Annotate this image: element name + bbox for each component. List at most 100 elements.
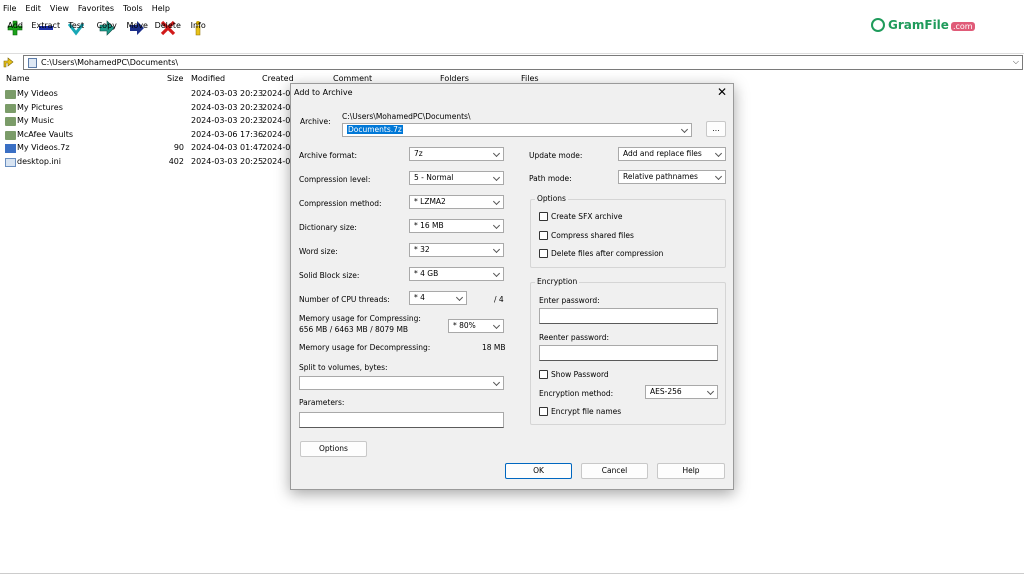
checkbox-box [539, 249, 548, 258]
path-mode-label: Path mode: [529, 174, 572, 183]
chevron-down-icon [492, 321, 501, 330]
dialog-title: Add to Archive [294, 88, 353, 97]
word-size-select[interactable]: * 32 [409, 243, 504, 257]
menu-help[interactable]: Help [152, 4, 170, 13]
chevron-down-icon [492, 245, 501, 254]
move-button[interactable]: Move [122, 17, 153, 50]
help-button[interactable]: Help [657, 463, 725, 479]
encryption-method-value: AES-256 [650, 387, 682, 396]
options-group: Options Create SFX archive Compress shar… [530, 194, 726, 268]
menu-view[interactable]: View [50, 4, 69, 13]
chevron-down-icon [455, 293, 464, 302]
compression-level-value: 5 - Normal [414, 173, 454, 182]
ok-button[interactable]: OK [505, 463, 572, 479]
word-size-label: Word size: [299, 247, 338, 256]
copy-button[interactable]: Copy [92, 17, 123, 50]
update-mode-select[interactable]: Add and replace files [618, 147, 726, 161]
compression-level-label: Compression level: [299, 175, 371, 184]
delete-label: Delete [154, 21, 181, 30]
add-to-archive-dialog: Add to Archive ✕ Archive: C:\Users\Moham… [290, 83, 734, 490]
extract-button[interactable]: Extract [31, 17, 62, 50]
enter-password-input[interactable] [539, 308, 718, 324]
path-dropdown-icon[interactable]: ⌵ [1013, 57, 1019, 67]
mem-decompress-label: Memory usage for Decompressing: [299, 343, 431, 352]
update-mode-label: Update mode: [529, 151, 583, 160]
table-row[interactable]: My Pictures 2024-03-03 20:23 2024-03 [0, 102, 300, 116]
compression-method-select[interactable]: * LZMA2 [409, 195, 504, 209]
test-button[interactable]: Test [61, 17, 92, 50]
delete-after-label: Delete files after compression [551, 249, 664, 258]
encryption-group: Encryption Enter password: Reenter passw… [530, 277, 726, 425]
archive-format-select[interactable]: 7z [409, 147, 504, 161]
cpu-threads-max: / 4 [494, 295, 504, 304]
up-folder-icon[interactable] [3, 56, 15, 68]
file-list: My Videos 2024-03-03 20:23 2024-03 My Pi… [0, 88, 300, 169]
menu-tools[interactable]: Tools [123, 4, 143, 13]
copy-label: Copy [96, 21, 117, 30]
chevron-down-icon [492, 221, 501, 230]
cpu-threads-select[interactable]: * 4 [409, 291, 467, 305]
parameters-label: Parameters: [299, 398, 345, 407]
gramfile-logo: GramFile .com [867, 15, 975, 35]
info-button[interactable]: Info [183, 17, 214, 50]
compression-level-select[interactable]: 5 - Normal [409, 171, 504, 185]
solid-block-select[interactable]: * 4 GB [409, 267, 504, 281]
table-row[interactable]: My Music 2024-03-03 20:23 2024-03 [0, 115, 300, 129]
checkbox-box [539, 370, 548, 379]
add-button[interactable]: Add [0, 17, 31, 50]
table-row[interactable]: My Videos.7z 90 2024-04-03 01:47 2024-04 [0, 142, 300, 156]
menu-favorites[interactable]: Favorites [78, 4, 114, 13]
dictionary-size-select[interactable]: * 16 MB [409, 219, 504, 233]
compress-shared-checkbox[interactable]: Compress shared files [539, 231, 634, 240]
delete-after-checkbox[interactable]: Delete files after compression [539, 249, 663, 258]
col-name[interactable]: Name [6, 74, 30, 83]
browse-button[interactable]: ... [706, 121, 726, 137]
mem-decompress-value: 18 MB [482, 343, 506, 352]
solid-block-label: Solid Block size: [299, 271, 360, 280]
checkbox-box [539, 212, 548, 221]
dictionary-size-label: Dictionary size: [299, 223, 357, 232]
show-password-checkbox[interactable]: Show Password [539, 370, 609, 379]
word-size-value: * 32 [414, 245, 430, 254]
path-mode-select[interactable]: Relative pathnames [618, 170, 726, 184]
address-bar: C:\Users\MohamedPC\Documents\ ⌵ [0, 53, 1024, 70]
cancel-button[interactable]: Cancel [581, 463, 648, 479]
chevron-down-icon [680, 125, 689, 134]
enter-password-label: Enter password: [539, 296, 600, 305]
col-created[interactable]: Created [262, 74, 294, 83]
encrypt-names-checkbox[interactable]: Encrypt file names [539, 407, 621, 416]
table-row[interactable]: McAfee Vaults 2024-03-06 17:36 2024-03 [0, 129, 300, 143]
menu-edit[interactable]: Edit [25, 4, 41, 13]
file-name: My Videos.7z [17, 143, 70, 152]
mem-compress-select[interactable]: * 80% [448, 319, 504, 333]
col-folders[interactable]: Folders [440, 74, 469, 83]
gramfile-logo-icon [871, 18, 885, 32]
table-row[interactable]: desktop.ini 402 2024-03-03 20:25 2024-03 [0, 156, 300, 170]
create-sfx-checkbox[interactable]: Create SFX archive [539, 212, 622, 221]
encryption-group-title: Encryption [535, 277, 580, 286]
compression-method-label: Compression method: [299, 199, 382, 208]
split-volumes-select[interactable] [299, 376, 504, 390]
parameters-input[interactable] [299, 412, 504, 428]
path-field[interactable]: C:\Users\MohamedPC\Documents\ ⌵ [23, 55, 1023, 70]
encryption-method-select[interactable]: AES-256 [645, 385, 718, 399]
mem-compress-value: * 80% [453, 321, 476, 330]
close-icon[interactable]: ✕ [717, 85, 727, 99]
options-button[interactable]: Options [300, 441, 367, 457]
split-volumes-label: Split to volumes, bytes: [299, 363, 388, 372]
col-files[interactable]: Files [521, 74, 539, 83]
table-row[interactable]: My Videos 2024-03-03 20:23 2024-03 [0, 88, 300, 102]
col-modified[interactable]: Modified [191, 74, 225, 83]
folder-icon [5, 130, 16, 140]
path-text: C:\Users\MohamedPC\Documents\ [41, 58, 179, 67]
archive-format-value: 7z [414, 149, 423, 158]
col-size[interactable]: Size [167, 74, 183, 83]
reenter-password-input[interactable] [539, 345, 718, 361]
dictionary-size-value: * 16 MB [414, 221, 444, 230]
delete-button[interactable]: Delete [153, 17, 184, 50]
extract-label: Extract [31, 21, 61, 30]
menu-file[interactable]: File [3, 4, 16, 13]
archive-name-combo[interactable]: Documents.7z [342, 123, 692, 137]
col-comment[interactable]: Comment [333, 74, 372, 83]
info-label: Info [190, 21, 206, 30]
